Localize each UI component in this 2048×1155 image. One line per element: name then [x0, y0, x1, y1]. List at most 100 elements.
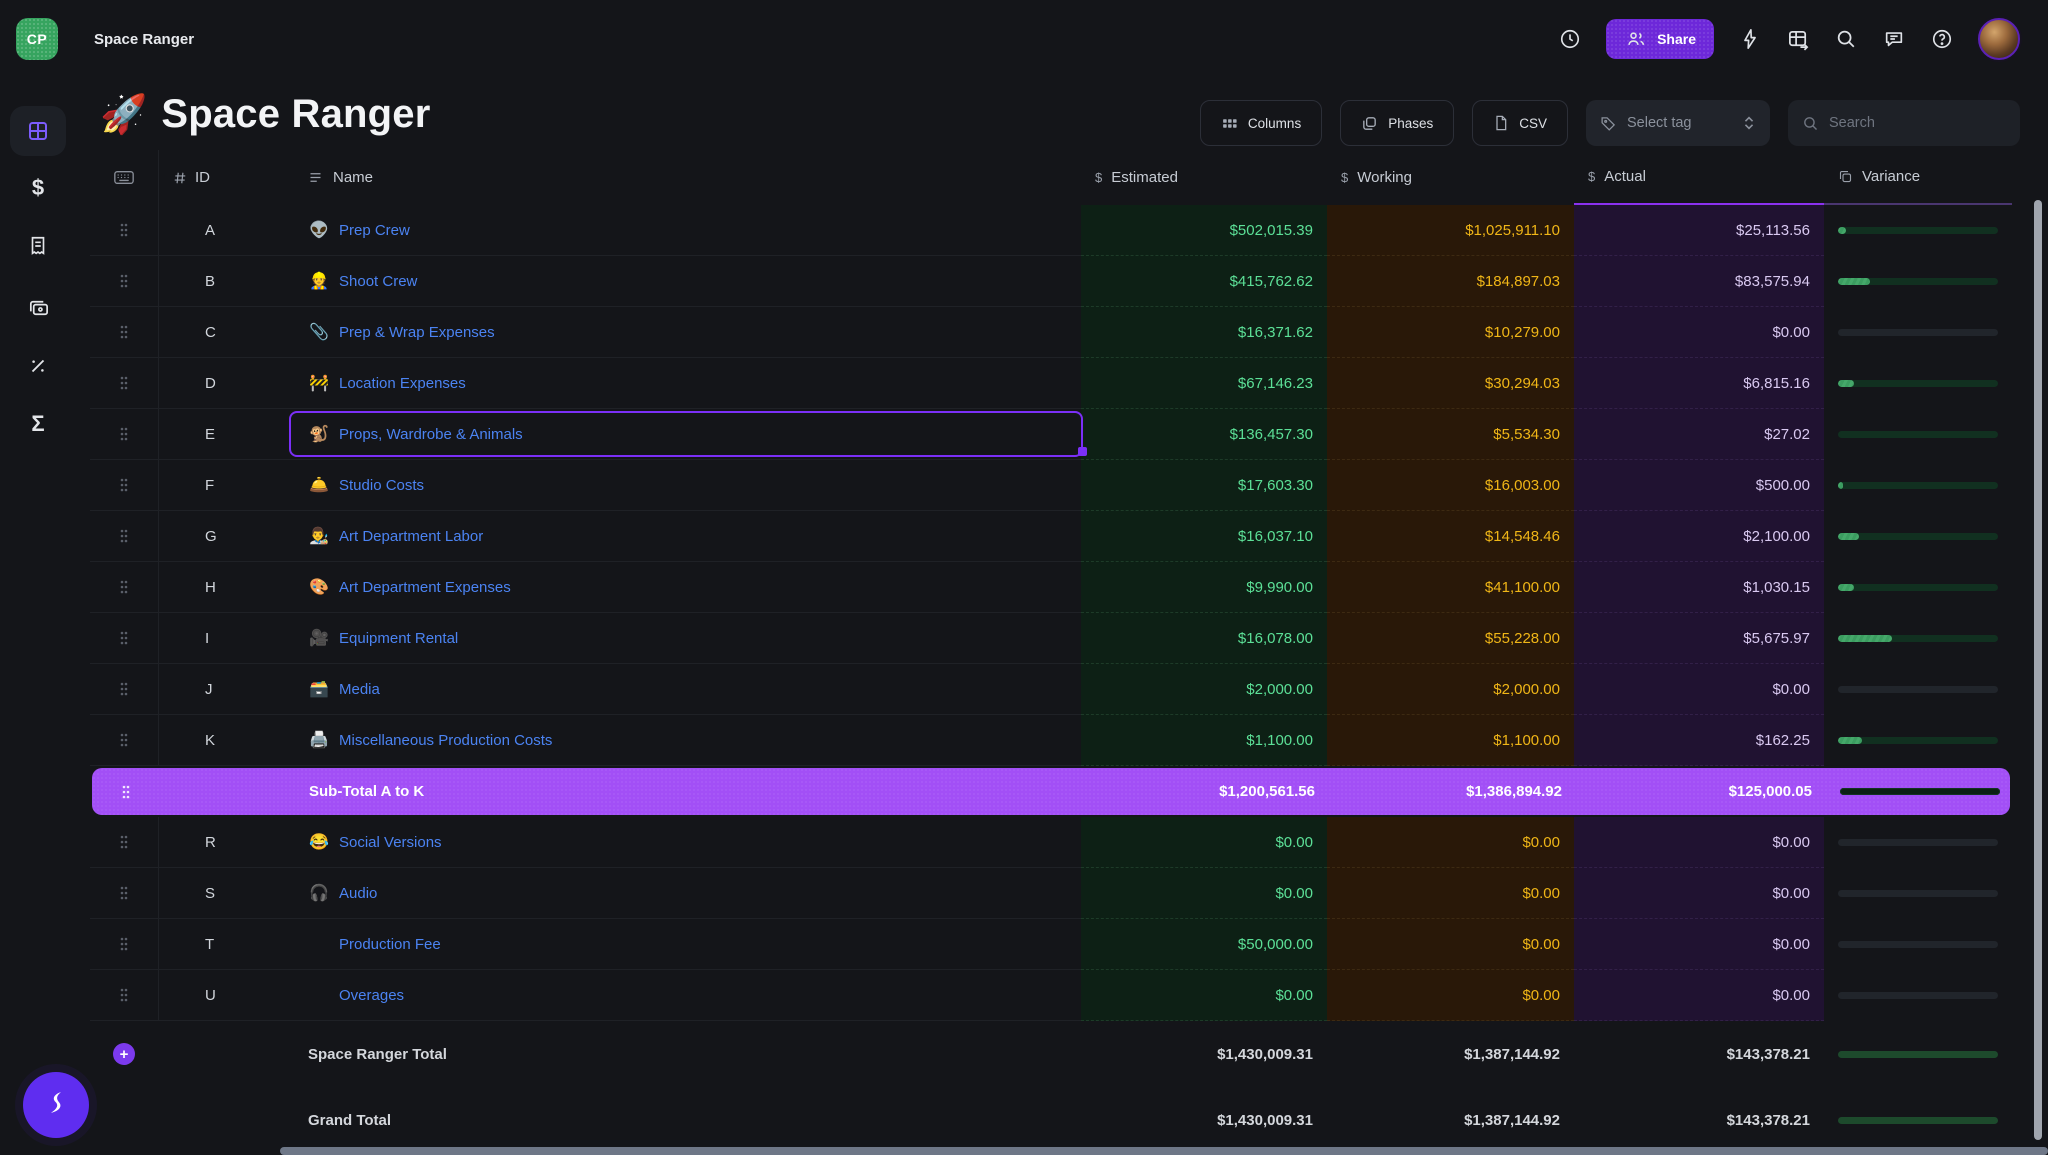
table-row[interactable]: A 👽 Prep Crew $502,015.39 $1,025,911.10 … — [90, 205, 2012, 256]
column-header-variance[interactable]: Variance — [1824, 150, 2012, 205]
estimated-value[interactable]: $16,371.62 — [1081, 307, 1327, 358]
sidebar-item-cards[interactable] — [10, 284, 66, 332]
vertical-scrollbar[interactable] — [2034, 200, 2042, 1140]
avatar[interactable] — [1978, 18, 2020, 60]
estimated-value[interactable]: $9,990.00 — [1081, 562, 1327, 613]
drag-handle-icon[interactable] — [119, 273, 129, 289]
table-row[interactable]: E 🐒 Props, Wardrobe & Animals $136,457.3… — [90, 409, 2012, 460]
column-header-working[interactable]: $Working — [1327, 150, 1574, 205]
row-name-link[interactable]: Production Fee — [339, 936, 441, 953]
table-row[interactable]: H 🎨 Art Department Expenses $9,990.00 $4… — [90, 562, 2012, 613]
working-value[interactable]: $55,228.00 — [1327, 613, 1574, 664]
row-name-link[interactable]: Studio Costs — [339, 477, 424, 494]
row-name-link[interactable]: Shoot Crew — [339, 273, 417, 290]
chat-icon[interactable] — [1882, 27, 1906, 51]
table-row[interactable]: S 🎧 Audio $0.00 $0.00 $0.00 — [90, 868, 2012, 919]
estimated-value[interactable]: $0.00 — [1081, 868, 1327, 919]
table-row[interactable]: K 🖨️ Miscellaneous Production Costs $1,1… — [90, 715, 2012, 766]
drag-handle-icon[interactable] — [119, 732, 129, 748]
table-row[interactable]: D 🚧 Location Expenses $67,146.23 $30,294… — [90, 358, 2012, 409]
working-value[interactable]: $41,100.00 — [1327, 562, 1574, 613]
search-input[interactable] — [1829, 115, 1989, 131]
actual-value[interactable]: $27.02 — [1574, 409, 1824, 460]
drag-handle-icon[interactable] — [119, 426, 129, 442]
row-name-link[interactable]: Prep & Wrap Expenses — [339, 324, 495, 341]
actual-value[interactable]: $0.00 — [1574, 307, 1824, 358]
column-header-actual[interactable]: $Actual — [1574, 150, 1824, 205]
actual-value[interactable]: $0.00 — [1574, 868, 1824, 919]
working-value[interactable]: $1,100.00 — [1327, 715, 1574, 766]
drag-handle-icon[interactable] — [119, 324, 129, 340]
working-value[interactable]: $0.00 — [1327, 919, 1574, 970]
search-icon[interactable] — [1834, 27, 1858, 51]
table-row[interactable]: J 🗃️ Media $2,000.00 $2,000.00 $0.00 — [90, 664, 2012, 715]
row-name-link[interactable]: Audio — [339, 885, 377, 902]
working-value[interactable]: $5,534.30 — [1327, 409, 1574, 460]
workspace-badge[interactable]: CP — [16, 18, 58, 60]
table-export-icon[interactable] — [1786, 27, 1810, 51]
column-header-estimated[interactable]: $Estimated — [1081, 150, 1327, 205]
table-row[interactable]: B 👷 Shoot Crew $415,762.62 $184,897.03 $… — [90, 256, 2012, 307]
phases-button[interactable]: Phases — [1340, 100, 1454, 146]
actual-value[interactable]: $0.00 — [1574, 664, 1824, 715]
estimated-value[interactable]: $67,146.23 — [1081, 358, 1327, 409]
working-value[interactable]: $0.00 — [1327, 817, 1574, 868]
row-name-link[interactable]: Art Department Labor — [339, 528, 483, 545]
working-value[interactable]: $16,003.00 — [1327, 460, 1574, 511]
table-row[interactable]: C 📎 Prep & Wrap Expenses $16,371.62 $10,… — [90, 307, 2012, 358]
select-tag-dropdown[interactable]: Select tag — [1586, 100, 1770, 146]
drag-handle-icon[interactable] — [119, 834, 129, 850]
clock-icon[interactable] — [1558, 27, 1582, 51]
sidebar-item-receipts[interactable] — [10, 222, 66, 270]
sidebar-item-sigma[interactable]: Σ — [10, 400, 66, 448]
row-name-link[interactable]: Location Expenses — [339, 375, 466, 392]
working-value[interactable]: $1,025,911.10 — [1327, 205, 1574, 256]
working-value[interactable]: $0.00 — [1327, 970, 1574, 1021]
share-button[interactable]: Share — [1606, 19, 1714, 59]
actual-value[interactable]: $6,815.16 — [1574, 358, 1824, 409]
estimated-value[interactable]: $0.00 — [1081, 970, 1327, 1021]
actual-value[interactable]: $25,113.56 — [1574, 205, 1824, 256]
sidebar-item-budget-table[interactable] — [10, 106, 66, 156]
actual-value[interactable]: $0.00 — [1574, 970, 1824, 1021]
estimated-value[interactable]: $50,000.00 — [1081, 919, 1327, 970]
row-name-link[interactable]: Prep Crew — [339, 222, 410, 239]
columns-button[interactable]: Columns — [1200, 100, 1322, 146]
drag-handle-icon[interactable] — [119, 681, 129, 697]
estimated-value[interactable]: $502,015.39 — [1081, 205, 1327, 256]
actual-value[interactable]: $83,575.94 — [1574, 256, 1824, 307]
app-logo-fab[interactable] — [23, 1072, 89, 1138]
add-row-button[interactable]: + — [113, 1043, 135, 1065]
drag-handle-icon[interactable] — [119, 375, 129, 391]
table-row[interactable]: U Overages $0.00 $0.00 $0.00 — [90, 970, 2012, 1021]
column-header-id[interactable]: ID — [158, 150, 290, 205]
table-row[interactable]: F 🛎️ Studio Costs $17,603.30 $16,003.00 … — [90, 460, 2012, 511]
csv-button[interactable]: CSV — [1472, 100, 1568, 146]
row-name-link[interactable]: Media — [339, 681, 380, 698]
row-name-link[interactable]: Overages — [339, 987, 404, 1004]
table-row[interactable]: I 🎥 Equipment Rental $16,078.00 $55,228.… — [90, 613, 2012, 664]
search-field[interactable] — [1788, 100, 2020, 146]
column-header-name[interactable]: Name — [290, 150, 1081, 205]
actual-value[interactable]: $1,030.15 — [1574, 562, 1824, 613]
working-value[interactable]: $2,000.00 — [1327, 664, 1574, 715]
actual-value[interactable]: $500.00 — [1574, 460, 1824, 511]
keyboard-icon[interactable] — [90, 150, 158, 205]
actual-value[interactable]: $0.00 — [1574, 817, 1824, 868]
working-value[interactable]: $0.00 — [1327, 868, 1574, 919]
drag-handle-icon[interactable] — [121, 784, 131, 800]
estimated-value[interactable]: $16,078.00 — [1081, 613, 1327, 664]
row-name-link[interactable]: Social Versions — [339, 834, 442, 851]
table-row[interactable]: R 😂 Social Versions $0.00 $0.00 $0.00 — [90, 817, 2012, 868]
sidebar-item-percent[interactable] — [10, 342, 66, 390]
row-name-link[interactable]: Equipment Rental — [339, 630, 458, 647]
sidebar-item-money[interactable]: $ — [10, 164, 66, 212]
estimated-value[interactable]: $16,037.10 — [1081, 511, 1327, 562]
drag-handle-icon[interactable] — [119, 885, 129, 901]
estimated-value[interactable]: $415,762.62 — [1081, 256, 1327, 307]
actual-value[interactable]: $0.00 — [1574, 919, 1824, 970]
drag-handle-icon[interactable] — [119, 987, 129, 1003]
working-value[interactable]: $184,897.03 — [1327, 256, 1574, 307]
working-value[interactable]: $14,548.46 — [1327, 511, 1574, 562]
estimated-value[interactable]: $2,000.00 — [1081, 664, 1327, 715]
